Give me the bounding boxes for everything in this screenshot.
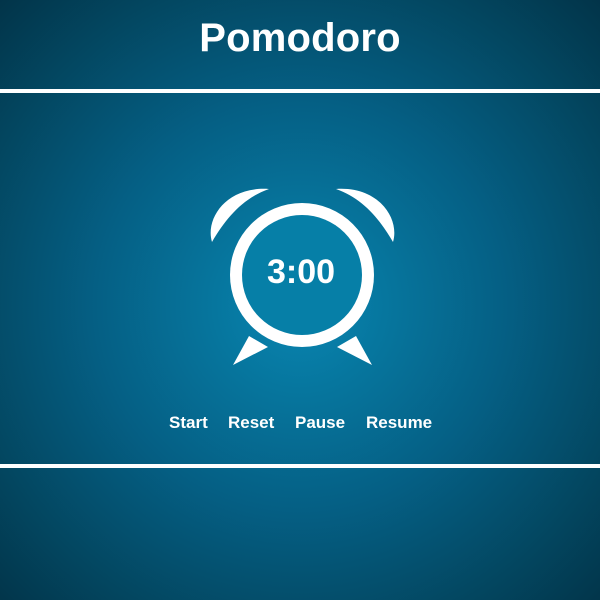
resume-button[interactable]: Resume (366, 413, 432, 433)
reset-button[interactable]: Reset (228, 413, 274, 433)
pause-button[interactable]: Pause (295, 413, 345, 433)
top-divider (0, 89, 600, 93)
start-button[interactable]: Start (169, 413, 208, 433)
pomodoro-app: Pomodoro 3:00 Start Reset Pause Resume (0, 0, 600, 600)
timer-controls: Start Reset Pause Resume (0, 413, 600, 435)
page-title: Pomodoro (199, 16, 401, 60)
timer-display: 3:00 (266, 253, 336, 291)
bottom-divider (0, 464, 600, 468)
